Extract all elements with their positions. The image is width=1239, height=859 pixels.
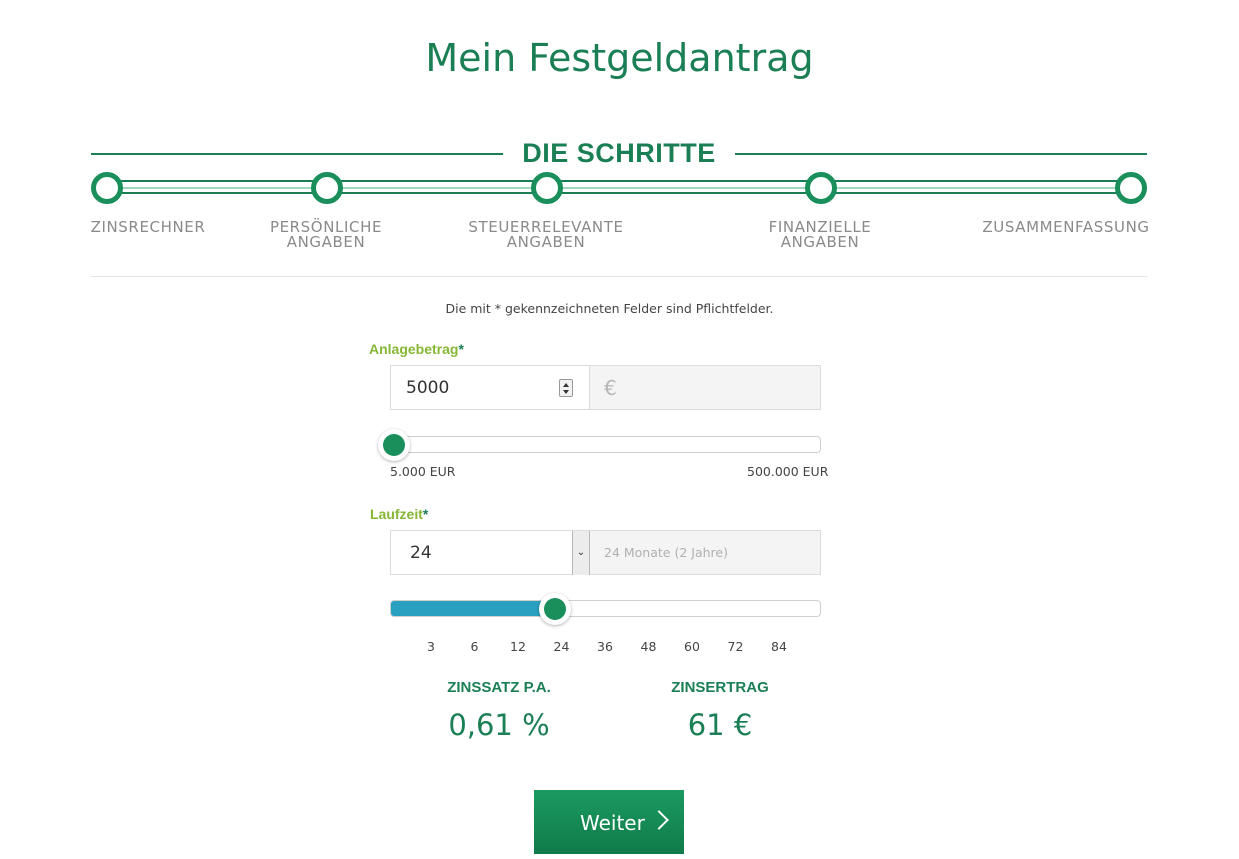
step-label-steuerrelevante-angaben[interactable]: STEUERRELEVANTE ANGABEN — [456, 220, 636, 250]
next-button[interactable]: Weiter — [534, 790, 684, 854]
step-label-line: ANGABEN — [506, 233, 586, 251]
earnings-value: 61 € — [687, 708, 753, 742]
term-label: Laufzeit* — [370, 506, 428, 522]
step-label-line: ZINSRECHNER — [90, 218, 206, 236]
step-label-zusammenfassung[interactable]: ZUSAMMENFASSUNG — [976, 220, 1156, 235]
term-tick-label[interactable]: 12 — [503, 639, 533, 654]
spinner-up-icon[interactable] — [563, 383, 569, 387]
page-title: Mein Festgeldantrag — [425, 36, 814, 80]
term-tick-label[interactable]: 6 — [460, 639, 490, 654]
required-fields-note: Die mit * gekennzeichneten Felder sind P… — [445, 301, 774, 316]
section-divider — [91, 276, 1148, 277]
required-star: * — [422, 506, 429, 522]
amount-max-label: 500.000 EUR — [747, 464, 829, 479]
spinner-down-icon[interactable] — [563, 390, 569, 394]
term-tick-label[interactable]: 36 — [590, 639, 620, 654]
rate-label: ZINSSATZ P.A. — [447, 679, 551, 696]
rate-value: 0,61 % — [448, 708, 550, 742]
term-select-value: 24 — [410, 543, 432, 563]
term-addon: 24 Monate (2 Jahre) — [590, 530, 821, 575]
term-tick-label[interactable]: 72 — [721, 639, 751, 654]
step-label-zinsrechner[interactable]: ZINSRECHNER — [86, 220, 210, 235]
term-tick-label[interactable]: 60 — [677, 639, 707, 654]
amount-slider-handle[interactable] — [378, 429, 410, 461]
term-slider[interactable] — [390, 593, 821, 625]
earnings-label: ZINSERTRAG — [671, 679, 769, 696]
next-button-label: Weiter — [580, 811, 645, 835]
step-label-line: ZUSAMMENFASSUNG — [982, 218, 1150, 236]
term-tick-label[interactable]: 24 — [547, 639, 577, 654]
amount-spinner[interactable] — [559, 379, 573, 397]
term-addon-text: 24 Monate (2 Jahre) — [604, 545, 728, 560]
term-tick-label[interactable]: 3 — [416, 639, 446, 654]
amount-label-text: Anlagebetrag — [369, 341, 459, 357]
term-tick-label[interactable]: 84 — [764, 639, 794, 654]
page: Mein Festgeldantrag DIE SCHRITTE ZINSREC… — [0, 0, 1239, 859]
steps-header: DIE SCHRITTE — [91, 138, 1147, 168]
stepper — [91, 172, 1147, 206]
step-dot-steuerrelevante-angaben[interactable] — [531, 172, 563, 204]
step-dot-zinsrechner[interactable] — [91, 172, 123, 204]
amount-min-label: 5.000 EUR — [390, 464, 456, 479]
currency-addon: € — [590, 365, 821, 410]
term-select[interactable]: 24 ⌄ — [390, 530, 590, 575]
euro-icon: € — [604, 376, 617, 400]
step-dot-finanzielle-angaben[interactable] — [805, 172, 837, 204]
step-dot-zusammenfassung[interactable] — [1115, 172, 1147, 204]
stepper-track-inner — [107, 187, 1131, 189]
term-tick-label[interactable]: 48 — [634, 639, 664, 654]
chevron-right-icon — [649, 810, 669, 830]
amount-input-value: 5000 — [406, 378, 450, 398]
amount-input[interactable]: 5000 — [390, 365, 590, 410]
amount-label: Anlagebetrag* — [369, 341, 464, 357]
step-label-finanzielle-angaben[interactable]: FINANZIELLE ANGABEN — [750, 220, 890, 250]
step-label-line: ANGABEN — [286, 233, 366, 251]
step-label-line: ANGABEN — [780, 233, 860, 251]
term-label-text: Laufzeit — [370, 506, 423, 522]
step-label-persoenliche-angaben[interactable]: PERSÖNLICHE ANGABEN — [256, 220, 396, 250]
required-star: * — [458, 341, 464, 357]
step-dot-persoenliche-angaben[interactable] — [311, 172, 343, 204]
term-slider-handle[interactable] — [538, 593, 571, 625]
steps-header-line-right — [735, 153, 1147, 155]
amount-slider[interactable] — [378, 429, 821, 461]
chevron-down-icon[interactable]: ⌄ — [572, 531, 590, 575]
term-slider-fill — [391, 601, 555, 616]
